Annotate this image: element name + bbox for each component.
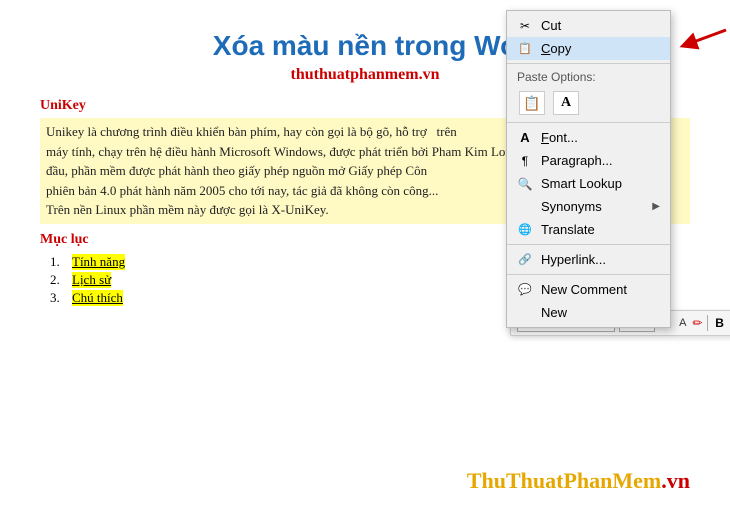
menu-item-font[interactable]: A Font... — [507, 126, 670, 149]
watermark-brand: ThuThuatPhanMem.vn — [467, 468, 690, 494]
format-pen-icon[interactable]: ✏ — [692, 316, 702, 331]
translate-label: Translate — [541, 222, 660, 237]
hyperlink-icon: 🔗 — [517, 253, 533, 266]
menu-item-paragraph[interactable]: ¶ Paragraph... — [507, 149, 670, 172]
brand-text: ThuThuatPhanMem — [467, 468, 661, 493]
font-label: Font... — [541, 130, 660, 145]
menu-item-hyperlink[interactable]: 🔗 Hyperlink... — [507, 248, 670, 271]
menu-item-smart-lookup[interactable]: 🔍 Smart Lookup — [507, 172, 670, 195]
font-shrink-button[interactable]: A — [677, 317, 688, 329]
menu-separator-4 — [507, 274, 670, 275]
paste-keep-text-button[interactable]: A — [553, 91, 579, 115]
hyperlink-label: Hyperlink... — [541, 252, 660, 267]
new-comment-icon: 💬 — [517, 283, 533, 296]
menu-item-synonyms[interactable]: Synonyms ▶ — [507, 195, 670, 218]
copy-label: Copy — [541, 41, 660, 56]
menu-separator-1 — [507, 63, 670, 64]
font-menu-icon: A — [517, 130, 533, 145]
smart-lookup-icon: 🔍 — [517, 177, 533, 191]
document: Xóa màu nền trong Wo thuthuatphanmem.vn … — [0, 0, 730, 512]
context-menu: ✂ Cut 📋 Copy Paste Options: 📋 A A Font..… — [506, 10, 671, 328]
bold-button[interactable]: B — [712, 315, 728, 331]
brand-suffix: .vn — [661, 468, 690, 493]
synonyms-label: Synonyms — [541, 199, 644, 214]
translate-icon: 🌐 — [517, 223, 533, 236]
red-arrow — [668, 22, 728, 52]
menu-item-cut[interactable]: ✂ Cut — [507, 14, 670, 37]
menu-item-translate[interactable]: 🌐 Translate — [507, 218, 670, 241]
synonyms-arrow: ▶ — [652, 201, 660, 212]
toolbar-divider — [707, 315, 708, 331]
menu-separator-2 — [507, 122, 670, 123]
menu-separator-3 — [507, 244, 670, 245]
new-comment-label: New Comment — [541, 282, 660, 297]
paragraph-icon: ¶ — [517, 154, 533, 168]
paragraph-label: Paragraph... — [541, 153, 660, 168]
menu-item-new-comment[interactable]: 💬 New Comment — [507, 278, 670, 301]
menu-item-new[interactable]: New — [507, 301, 670, 324]
menu-item-copy[interactable]: 📋 Copy — [507, 37, 670, 60]
copy-icon: 📋 — [517, 42, 533, 55]
smart-lookup-label: Smart Lookup — [541, 176, 660, 191]
new-label: New — [541, 305, 660, 320]
cut-icon: ✂ — [517, 19, 533, 33]
cut-label: Cut — [541, 18, 660, 33]
paste-options-label: Paste Options: — [507, 67, 670, 87]
paste-options-row: 📋 A — [507, 87, 670, 119]
paste-keep-source-button[interactable]: 📋 — [519, 91, 545, 115]
